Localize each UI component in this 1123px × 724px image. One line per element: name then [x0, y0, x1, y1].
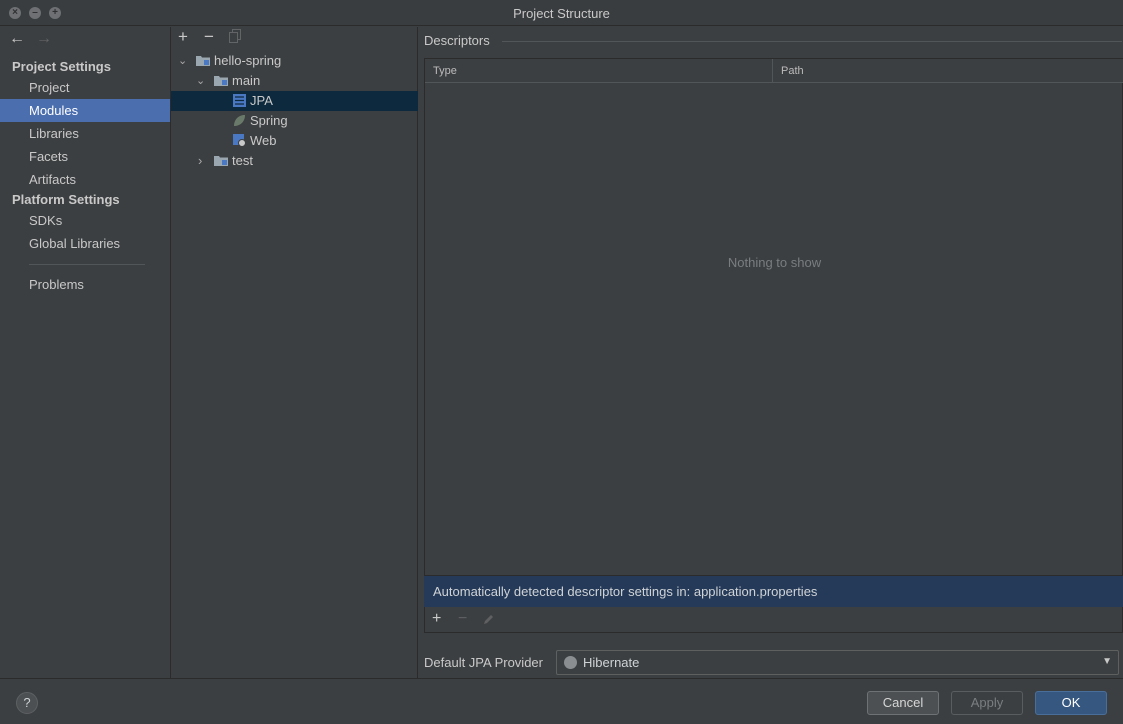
descriptors-title: Descriptors	[424, 33, 490, 48]
dialog-button-bar: ? Cancel Apply OK	[0, 678, 1123, 724]
tree-node-spring[interactable]: Spring	[171, 111, 418, 131]
sidebar-divider	[29, 264, 145, 265]
sidebar-item-problems[interactable]: Problems	[0, 273, 170, 296]
table-header: Type Path	[425, 59, 1123, 83]
jpa-facet-panel: Descriptors Type Path Nothing to show Au…	[418, 27, 1123, 678]
window-title: Project Structure	[513, 6, 610, 21]
jpa-provider-value: Hibernate	[583, 655, 640, 670]
chevron-right-icon[interactable]: ›	[198, 151, 202, 171]
web-facet-icon	[233, 134, 246, 147]
spring-leaf-icon	[234, 115, 245, 126]
tree-node-label: main	[232, 73, 261, 88]
sidebar-item-artifacts[interactable]: Artifacts	[0, 168, 170, 191]
tree-node-jpa[interactable]: JPA	[171, 91, 418, 111]
platform-settings-header: Platform Settings	[12, 192, 120, 207]
cancel-button[interactable]: Cancel	[867, 691, 939, 715]
apply-button[interactable]: Apply	[951, 691, 1023, 715]
module-folder-icon	[214, 156, 228, 166]
sidebar-item-libraries[interactable]: Libraries	[0, 122, 170, 145]
sidebar-item-global-libraries[interactable]: Global Libraries	[0, 232, 170, 255]
ok-button[interactable]: OK	[1035, 691, 1107, 715]
tree-node-label: test	[232, 153, 253, 168]
jpa-provider-dropdown[interactable]: Hibernate ▼	[556, 650, 1119, 675]
sidebar-item-sdks[interactable]: SDKs	[0, 209, 170, 232]
tree-node-hello-spring[interactable]: ⌄ hello-spring	[171, 51, 418, 71]
sidebar-item-project[interactable]: Project	[0, 76, 170, 99]
remove-descriptor-icon[interactable]: −	[458, 609, 467, 629]
tree-node-test[interactable]: › test	[171, 151, 418, 171]
tree-node-label: JPA	[250, 93, 273, 108]
tree-node-label: hello-spring	[214, 53, 282, 68]
column-header-type[interactable]: Type	[425, 59, 773, 83]
sidebar-item-facets[interactable]: Facets	[0, 145, 170, 168]
sidebar-item-modules[interactable]: Modules	[0, 99, 170, 122]
tree-toolbar: + −	[171, 27, 418, 47]
tree-node-web[interactable]: Web	[171, 131, 418, 151]
descriptors-divider	[502, 41, 1122, 42]
dropdown-arrow-icon[interactable]: ▼	[1102, 656, 1112, 667]
module-tree-panel: + − ⌄ hello-spring ⌄ main JPA Spring Web…	[171, 27, 418, 678]
hibernate-icon	[564, 656, 577, 669]
settings-sidebar: ← → Project Settings Project Modules Lib…	[0, 27, 171, 678]
tree-node-label: Spring	[250, 113, 288, 128]
copy-icon[interactable]	[229, 28, 242, 48]
tree-node-main[interactable]: ⌄ main	[171, 71, 418, 91]
descriptor-toolbar: + −	[424, 607, 1123, 633]
jpa-provider-label: Default JPA Provider	[424, 655, 543, 670]
back-arrow-icon[interactable]: ←	[9, 30, 25, 48]
chevron-down-icon[interactable]: ⌄	[178, 51, 187, 71]
remove-icon[interactable]: −	[204, 27, 214, 47]
tree-node-label: Web	[250, 133, 277, 148]
descriptors-table[interactable]: Type Path Nothing to show	[424, 58, 1123, 576]
add-descriptor-icon[interactable]: +	[432, 609, 441, 629]
add-icon[interactable]: +	[178, 27, 188, 47]
chevron-down-icon[interactable]: ⌄	[196, 71, 205, 91]
edit-pencil-icon[interactable]	[482, 612, 495, 632]
empty-table-text: Nothing to show	[727, 255, 822, 270]
forward-arrow-icon[interactable]: →	[36, 30, 52, 48]
module-folder-icon	[196, 56, 210, 66]
title-bar: × – + Project Structure	[0, 0, 1123, 26]
detected-descriptor-notice: Automatically detected descriptor settin…	[424, 576, 1123, 607]
project-settings-header: Project Settings	[12, 59, 111, 74]
column-header-path[interactable]: Path	[773, 59, 1123, 83]
jpa-facet-icon	[233, 94, 246, 107]
help-button[interactable]: ?	[16, 692, 38, 714]
module-folder-icon	[214, 76, 228, 86]
